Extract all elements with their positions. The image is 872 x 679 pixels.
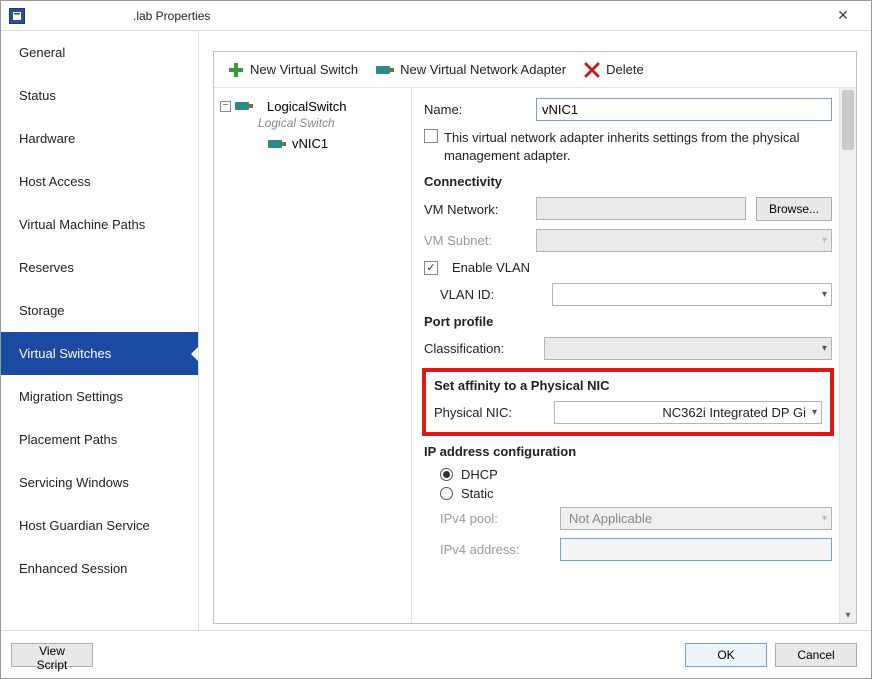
vm-network-label: VM Network: [424, 202, 528, 217]
enable-vlan-checkbox[interactable] [424, 261, 438, 275]
ipv4-pool-label: IPv4 pool: [424, 511, 552, 526]
details-scrollbar[interactable]: ▴ ▾ [839, 88, 856, 623]
browse-button[interactable]: Browse... [756, 197, 832, 221]
new-virtual-adapter-button[interactable]: New Virtual Network Adapter [372, 59, 570, 80]
delete-button[interactable]: Delete [580, 59, 648, 81]
sidebar-item-general[interactable]: General [1, 31, 198, 74]
view-script-button[interactable]: View Script [11, 643, 93, 667]
ipv4-address-label: IPv4 address: [424, 542, 552, 557]
tree-switch-name[interactable]: LogicalSwitch [267, 99, 347, 114]
sidebar-item-reserves[interactable]: Reserves [1, 246, 198, 289]
cancel-button[interactable]: Cancel [775, 643, 857, 667]
sidebar-item-virtual-switches[interactable]: Virtual Switches [1, 332, 198, 375]
sidebar-item-vm-paths[interactable]: Virtual Machine Paths [1, 203, 198, 246]
tree-adapter-item[interactable]: vNIC1 [268, 136, 405, 151]
physical-nic-combo[interactable]: NC362i Integrated DP Gi▾ [554, 401, 822, 424]
tree-switch-subtitle: Logical Switch [258, 116, 405, 130]
vm-network-field[interactable] [536, 197, 746, 220]
sidebar-item-placement-paths[interactable]: Placement Paths [1, 418, 198, 461]
affinity-highlight: Set affinity to a Physical NIC Physical … [422, 368, 834, 436]
ipv4-address-input [560, 538, 832, 561]
inherit-label: This virtual network adapter inherits se… [444, 129, 832, 164]
ipv4-pool-combo: Not Applicable▾ [560, 507, 832, 530]
ipconfig-heading: IP address configuration [424, 444, 832, 459]
static-radio[interactable]: Static [440, 486, 832, 501]
window-title: .lab Properties [133, 9, 210, 23]
physical-nic-label: Physical NIC: [434, 405, 546, 420]
category-sidebar: General Status Hardware Host Access Virt… [1, 31, 199, 630]
plus-icon [228, 62, 244, 78]
connectivity-heading: Connectivity [424, 174, 832, 189]
sidebar-item-host-access[interactable]: Host Access [1, 160, 198, 203]
adapter-details: Name: This virtual network adapter inher… [412, 88, 838, 623]
vm-subnet-combo: ▾ [536, 229, 832, 252]
enable-vlan-label: Enable VLAN [452, 260, 530, 275]
tree-collapse-toggle[interactable]: − [220, 101, 231, 112]
sidebar-item-hardware[interactable]: Hardware [1, 117, 198, 160]
inherit-checkbox[interactable] [424, 129, 438, 143]
virtual-switches-panel: New Virtual Switch New Virtual Network A… [213, 51, 857, 624]
nic-icon [268, 138, 286, 150]
switch-tree: − LogicalSwitch Logical Switch vNIC1 [214, 88, 412, 623]
sidebar-item-status[interactable]: Status [1, 74, 198, 117]
vm-subnet-label: VM Subnet: [424, 233, 528, 248]
app-icon [9, 8, 25, 24]
properties-dialog: .lab Properties ✕ General Status Hardwar… [0, 0, 872, 679]
sidebar-item-storage[interactable]: Storage [1, 289, 198, 332]
nic-icon [235, 100, 253, 112]
sidebar-item-host-guardian[interactable]: Host Guardian Service [1, 504, 198, 547]
dialog-footer: View Script OK Cancel [1, 630, 871, 678]
name-label: Name: [424, 102, 528, 117]
ok-button[interactable]: OK [685, 643, 767, 667]
classification-label: Classification: [424, 341, 536, 356]
sidebar-item-servicing-windows[interactable]: Servicing Windows [1, 461, 198, 504]
nic-icon [376, 64, 394, 76]
delete-x-icon [584, 62, 600, 78]
sidebar-item-migration[interactable]: Migration Settings [1, 375, 198, 418]
port-profile-heading: Port profile [424, 314, 832, 329]
panel-toolbar: New Virtual Switch New Virtual Network A… [214, 52, 856, 88]
name-input[interactable] [536, 98, 832, 121]
classification-combo[interactable]: ▾ [544, 337, 832, 360]
sidebar-item-enhanced-session[interactable]: Enhanced Session [1, 547, 198, 590]
close-icon[interactable]: ✕ [823, 7, 863, 24]
titlebar: .lab Properties ✕ [1, 1, 871, 31]
scroll-thumb[interactable] [842, 90, 854, 150]
vlan-id-combo[interactable]: ▾ [552, 283, 832, 306]
new-virtual-switch-button[interactable]: New Virtual Switch [224, 59, 362, 81]
scroll-down-icon[interactable]: ▾ [840, 607, 856, 623]
dhcp-radio[interactable]: DHCP [440, 467, 832, 482]
vlan-id-label: VLAN ID: [424, 287, 544, 302]
affinity-heading: Set affinity to a Physical NIC [434, 378, 822, 393]
